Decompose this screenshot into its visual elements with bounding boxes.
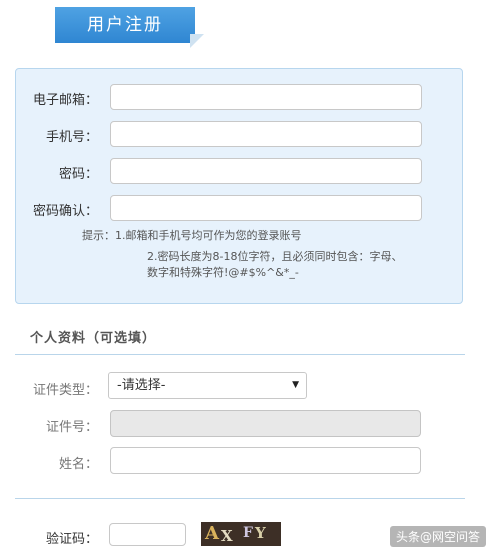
hint-line-2: 2.密码长度为8-18位字符，且必须同时包含：字母、: [147, 250, 403, 263]
hint-line-1: 提示：1.邮箱和手机号均可作为您的登录账号: [82, 229, 302, 242]
password-field[interactable]: [110, 158, 422, 184]
id-type-selected-value: -请选择-: [117, 378, 166, 393]
password-confirm-field[interactable]: [110, 195, 422, 221]
watermark: 头条@网空问答: [389, 526, 486, 547]
id-type-label: 证件类型：: [32, 383, 98, 398]
phone-field[interactable]: [110, 121, 422, 147]
captcha-label: 验证码：: [45, 532, 98, 547]
hint-line-3: 数字和特殊字符!@#$%^&*_-: [147, 266, 299, 279]
id-number-label: 证件号：: [45, 420, 98, 435]
password-label: 密码：: [58, 167, 98, 182]
email-label: 电子邮箱：: [32, 93, 98, 108]
name-label: 姓名：: [58, 457, 98, 472]
profile-section-title: 个人资料（可选填）: [30, 331, 157, 346]
email-field[interactable]: [110, 84, 422, 110]
title-tab-fold: [190, 34, 204, 48]
password-confirm-label: 密码确认：: [32, 204, 98, 219]
id-type-select[interactable]: -请选择- ▼: [108, 372, 307, 399]
id-number-field[interactable]: [110, 410, 421, 437]
captcha-divider: [15, 498, 465, 499]
name-field[interactable]: [110, 447, 421, 474]
section-divider: [15, 354, 465, 355]
captcha-field[interactable]: [109, 523, 186, 546]
captcha-image[interactable]: A X F Y: [201, 522, 281, 546]
phone-label: 手机号：: [45, 130, 98, 145]
page-title: 用户注册: [55, 7, 195, 43]
dropdown-arrow-icon: ▼: [292, 380, 299, 390]
